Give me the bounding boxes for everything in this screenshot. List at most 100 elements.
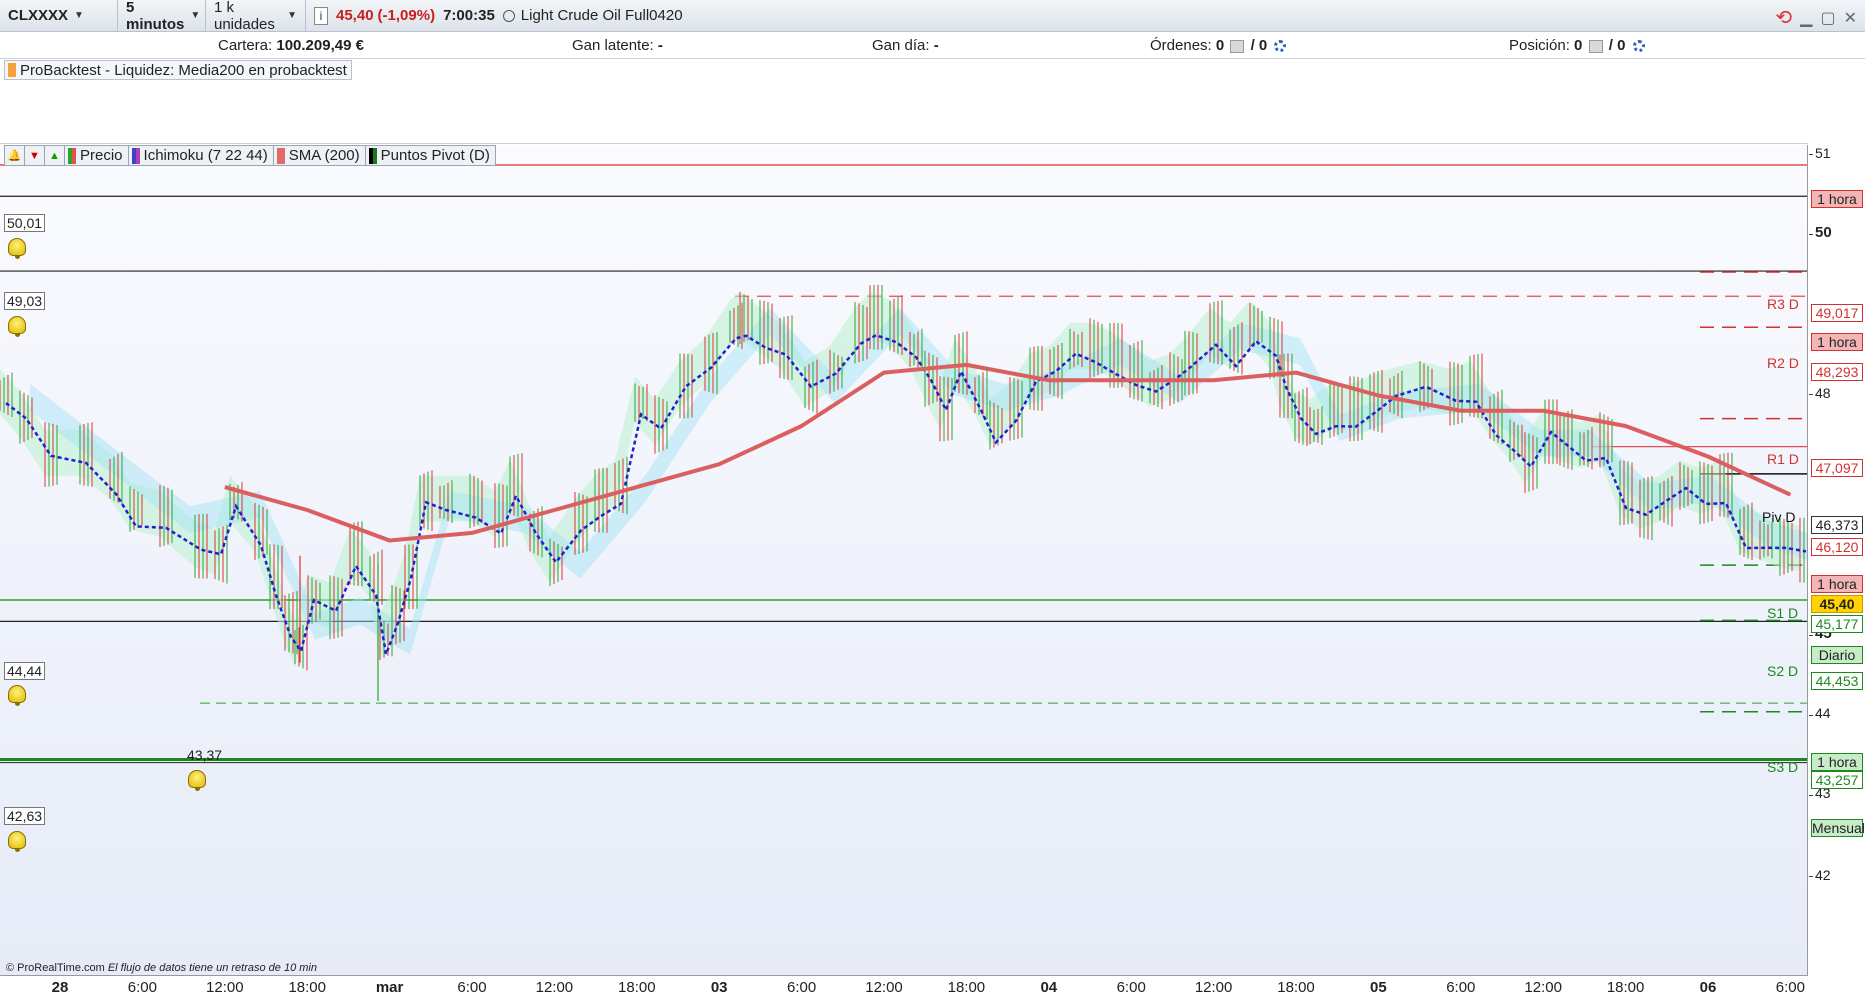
position-status: Posición: 0 / 0 [1509,37,1645,54]
chevron-down-icon: ▼ [287,10,297,21]
portfolio-amount: 100.209,49 € [276,37,364,54]
tag-s3: 43,257 [1811,771,1863,789]
time-axis-label: 18:00 [618,979,656,996]
time-axis[interactable]: 28 6:00 12:00 18:00 mar 6:00 12:00 18:00 03 6:00 1… [0,975,1808,1000]
ichimoku-swatch-icon [131,147,140,164]
account-bar: Cartera: 100.209,49 € Gan latente: - Gan… [0,33,1865,59]
tag-diario[interactable]: Diario [1811,646,1863,664]
alarm-bell-icon[interactable] [8,685,26,706]
copyright-note: © ProRealTime.com El flujo de datos tien… [6,962,317,974]
orders-total: / 0 [1250,37,1268,54]
sell-arrow-icon[interactable]: ▼ [25,146,45,165]
time-axis-label: 6:00 [127,979,157,996]
legend-item-sma[interactable]: SMA (200) [274,146,366,165]
portfolio-value: Cartera: 100.209,49 € [218,37,364,54]
backtest-color-icon [8,63,16,77]
indicator-legend: 🔔 ▼ ▲ Precio Ichimoku (7 22 44) SMA (200… [4,145,496,166]
legend-item-pivots[interactable]: Puntos Pivot (D) [366,146,495,165]
legend-label: Ichimoku (7 22 44) [143,147,268,164]
time-axis-label: 18:00 [1277,979,1315,996]
time-axis-label: 6:00 [786,979,817,996]
units-label: 1 k unidades [214,0,275,33]
time-axis-label: mar [375,979,404,996]
unrealized-pnl: Gan latente: - [572,37,663,54]
info-icon[interactable]: i [314,6,328,25]
tag-hora[interactable]: 1 hora [1811,190,1863,208]
quote-time: 7:00:35 [443,7,495,24]
portfolio-label: Cartera: [218,37,273,54]
window-controls: ⟲ ▁ ▢ ✕ [1775,5,1857,30]
close-icon[interactable]: ✕ [1844,8,1857,28]
pivot-r1-name: R1 D [1767,451,1799,467]
tag-mensual[interactable]: Mensual [1811,819,1865,837]
orders-list-icon[interactable] [1230,39,1245,53]
axis-label: 48 [1815,385,1831,401]
price-chart[interactable] [0,145,1808,975]
orders-label: Órdenes: [1150,37,1212,54]
last-price: 45,40 [336,7,374,24]
time-axis-label: 6:00 [457,979,487,996]
time-axis-label: 18:00 [1606,979,1645,996]
probacktest-label[interactable]: ProBacktest - Liquidez: Media200 en prob… [4,60,352,80]
time-axis-label: 03 [710,979,728,996]
timeframe-label: 5 minutos [126,0,185,33]
position-list-icon[interactable] [1588,39,1603,53]
pivot-swatch-icon [368,147,377,164]
tag-hora[interactable]: 1 hora [1811,333,1863,351]
symbol-label: CLXXXX [8,7,69,24]
time-axis-label: 6:00 [1775,979,1805,996]
tag-last-price: 45,40 [1811,595,1863,613]
daily-pnl: Gan día: - [872,37,939,54]
hline-label[interactable]: 44,44 [4,662,46,680]
maximize-icon[interactable]: ▢ [1820,8,1835,28]
legend-item-price[interactable]: Precio [65,146,129,165]
probacktest-panel: ProBacktest - Liquidez: Media200 en prob… [0,60,1808,144]
symbol-selector[interactable]: CLXXXX ▼ [0,0,118,32]
axis-tick [1809,154,1813,155]
hline-label[interactable]: 50,01 [4,214,46,232]
axis-tick [1809,394,1813,395]
axis-label: 44 [1815,705,1831,721]
units-selector[interactable]: 1 k unidades ▼ [206,0,306,33]
minimize-icon[interactable]: ▁ [1800,8,1812,28]
timeframe-selector[interactable]: 5 minutos ▼ [118,0,206,33]
tag-hora[interactable]: 1 hora [1811,575,1863,593]
legend-label: SMA (200) [288,147,360,164]
axis-tick [1809,795,1813,796]
refresh-icon[interactable]: ⟲ [1775,5,1792,30]
position-total: / 0 [1608,37,1626,54]
time-axis-label: 12:00 [865,979,903,996]
sma-swatch-icon [276,147,285,164]
alarm-bell-icon[interactable] [188,770,206,791]
alarm-bell-icon[interactable]: 🔔 [5,146,25,165]
hline-label[interactable]: 42,63 [4,807,46,825]
chevron-down-icon: ▼ [190,10,201,21]
probacktest-title: ProBacktest - Liquidez: Media200 en prob… [20,61,347,79]
position-settings-icon[interactable] [1632,40,1645,53]
ichimoku-cloud [0,292,1800,667]
price-change: (-1,09%) [377,7,436,24]
chevron-down-icon: ▼ [74,10,84,21]
hline-label[interactable]: 49,03 [4,292,46,310]
buy-arrow-icon[interactable]: ▲ [45,146,65,165]
delay-note: El flujo de datos tiene un retraso de 10… [107,962,317,974]
unrealized-label: Gan latente: [572,37,654,54]
orders-settings-icon[interactable] [1274,40,1287,53]
tag-sma: 46,120 [1811,538,1863,556]
hline-label[interactable]: 43,37 [187,747,222,763]
copyright-text: © ProRealTime.com [6,962,105,974]
alarm-bell-icon[interactable] [8,831,26,852]
legend-item-ichimoku[interactable]: Ichimoku (7 22 44) [129,146,274,165]
daily-value: - [933,37,939,54]
alarm-bell-icon[interactable] [8,316,26,337]
alarm-bell-icon[interactable] [8,238,26,259]
axis-tick [1809,635,1813,636]
pivot-piv-name: Piv D [1762,509,1796,525]
time-axis-label: 04 [1040,979,1058,996]
position-count: 0 [1574,37,1583,54]
legend-label: Precio [80,147,123,164]
pivot-s3-name: S3 D [1767,759,1799,775]
quote-strip: i 45,40 (-1,09%) 7:00:35 Light Crude Oil… [306,0,691,32]
price-swatch-icon [68,147,76,164]
tag-hora[interactable]: 1 hora [1811,753,1863,771]
